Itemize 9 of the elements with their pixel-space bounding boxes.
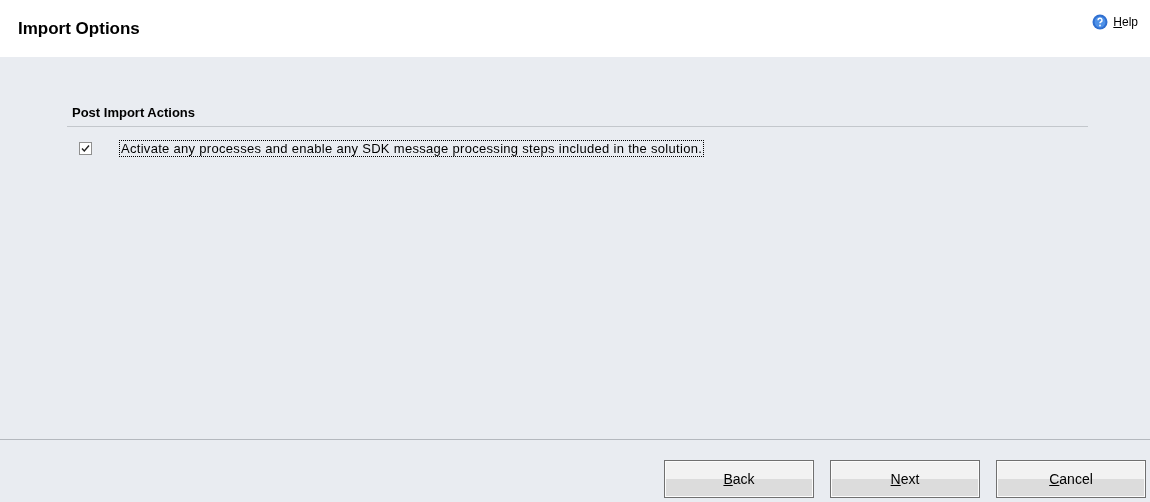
- cancel-button[interactable]: Cancel: [996, 460, 1146, 498]
- page-title: Import Options: [18, 18, 140, 39]
- help-link[interactable]: Help: [1092, 13, 1138, 30]
- checkbox[interactable]: [79, 142, 92, 155]
- back-button[interactable]: Back: [664, 460, 814, 498]
- help-icon: [1092, 13, 1109, 30]
- checkbox-label[interactable]: Activate any processes and enable any SDK message processing steps included in the solution.: [120, 141, 704, 156]
- section-heading: Post Import Actions: [67, 105, 1088, 127]
- next-button[interactable]: Next: [830, 460, 980, 498]
